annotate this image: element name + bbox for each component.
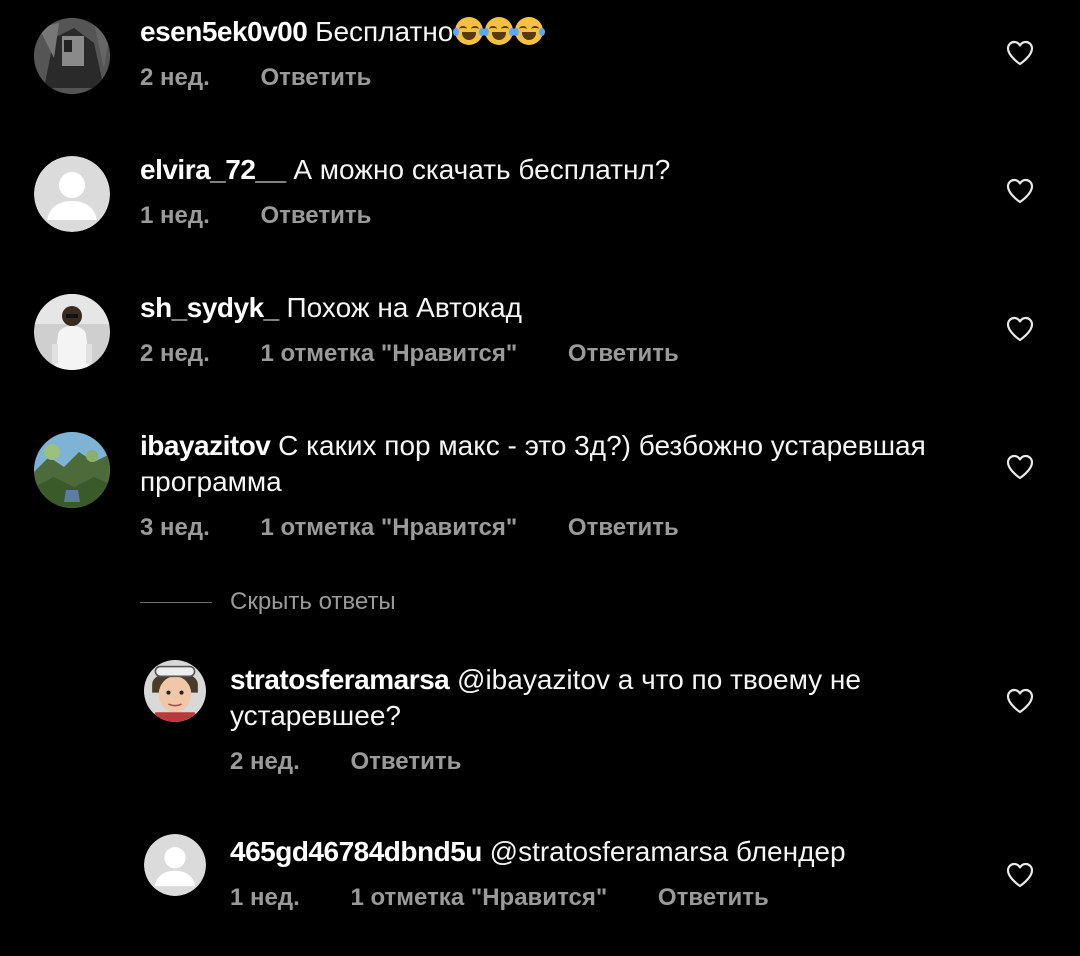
face-with-tears-of-joy-icon — [513, 17, 546, 45]
default-avatar-icon — [34, 156, 110, 232]
photo-avatar-landscape — [34, 432, 110, 508]
reply-username[interactable]: 465gd46784dbnd5u — [230, 836, 482, 867]
reply-time: 1 нед. — [230, 884, 300, 911]
divider — [140, 601, 212, 603]
likes-count[interactable]: 1 отметка "Нравится" — [260, 340, 517, 368]
hide-replies-button[interactable]: Скрыть ответы — [140, 588, 396, 616]
comment-username[interactable]: ibayazitov — [140, 430, 271, 461]
default-avatar-icon — [144, 834, 206, 896]
like-heart-icon[interactable] — [1006, 688, 1034, 714]
face-with-tears-of-joy-icon — [453, 17, 486, 45]
hide-replies-label: Скрыть ответы — [230, 588, 396, 615]
reply-meta: 1 нед. 1 отметка "Нравится" Ответить — [230, 884, 960, 912]
avatar[interactable] — [34, 156, 110, 232]
reply-username[interactable]: stratosferamarsa — [230, 664, 450, 695]
like-heart-icon[interactable] — [1006, 862, 1034, 888]
comment-text: Похож на Автокад — [286, 292, 522, 323]
likes-count[interactable]: 1 отметка "Нравится" — [350, 884, 607, 912]
reply-meta: 2 нед. Ответить — [230, 748, 960, 776]
comment-time: 2 нед. — [140, 64, 210, 91]
avatar[interactable] — [34, 18, 110, 94]
comment-meta: 2 нед. 1 отметка "Нравится" Ответить — [140, 340, 960, 368]
like-heart-icon[interactable] — [1006, 454, 1034, 480]
comment-meta: 3 нед. 1 отметка "Нравится" Ответить — [140, 514, 960, 542]
comment-time: 3 нед. — [140, 514, 210, 541]
reply-text: @stratosferamarsa блендер — [489, 836, 846, 867]
comment-meta: 1 нед. Ответить — [140, 202, 960, 230]
comment-time: 1 нед. — [140, 202, 210, 229]
photo-avatar-person — [34, 294, 110, 370]
like-heart-icon[interactable] — [1006, 316, 1034, 342]
reply-button[interactable]: Ответить — [350, 748, 461, 776]
face-with-tears-of-joy-icon — [483, 17, 516, 45]
reply-button[interactable]: Ответить — [568, 340, 679, 368]
comment-meta: 2 нед. Ответить — [140, 64, 960, 92]
reply-button[interactable]: Ответить — [260, 64, 371, 92]
reply-button[interactable]: Ответить — [260, 202, 371, 230]
avatar[interactable] — [34, 294, 110, 370]
avatar[interactable] — [144, 660, 206, 722]
comment-username[interactable]: sh_sydyk_ — [140, 292, 279, 323]
avatar[interactable] — [34, 432, 110, 508]
comment-time: 2 нед. — [140, 340, 210, 367]
likes-count[interactable]: 1 отметка "Нравится" — [260, 514, 517, 542]
photo-avatar-child — [144, 660, 206, 722]
like-heart-icon[interactable] — [1006, 178, 1034, 204]
photo-avatar-dark — [34, 18, 110, 94]
comment-text: Бесплатно — [315, 16, 454, 47]
comment-text: А можно скачать бесплатнл? — [293, 154, 671, 185]
reply-button[interactable]: Ответить — [568, 514, 679, 542]
comment-username[interactable]: esen5ek0v00 — [140, 16, 308, 47]
avatar[interactable] — [144, 834, 206, 896]
comment-username[interactable]: elvira_72__ — [140, 154, 286, 185]
reply-button[interactable]: Ответить — [658, 884, 769, 912]
like-heart-icon[interactable] — [1006, 40, 1034, 66]
reply-time: 2 нед. — [230, 748, 300, 775]
